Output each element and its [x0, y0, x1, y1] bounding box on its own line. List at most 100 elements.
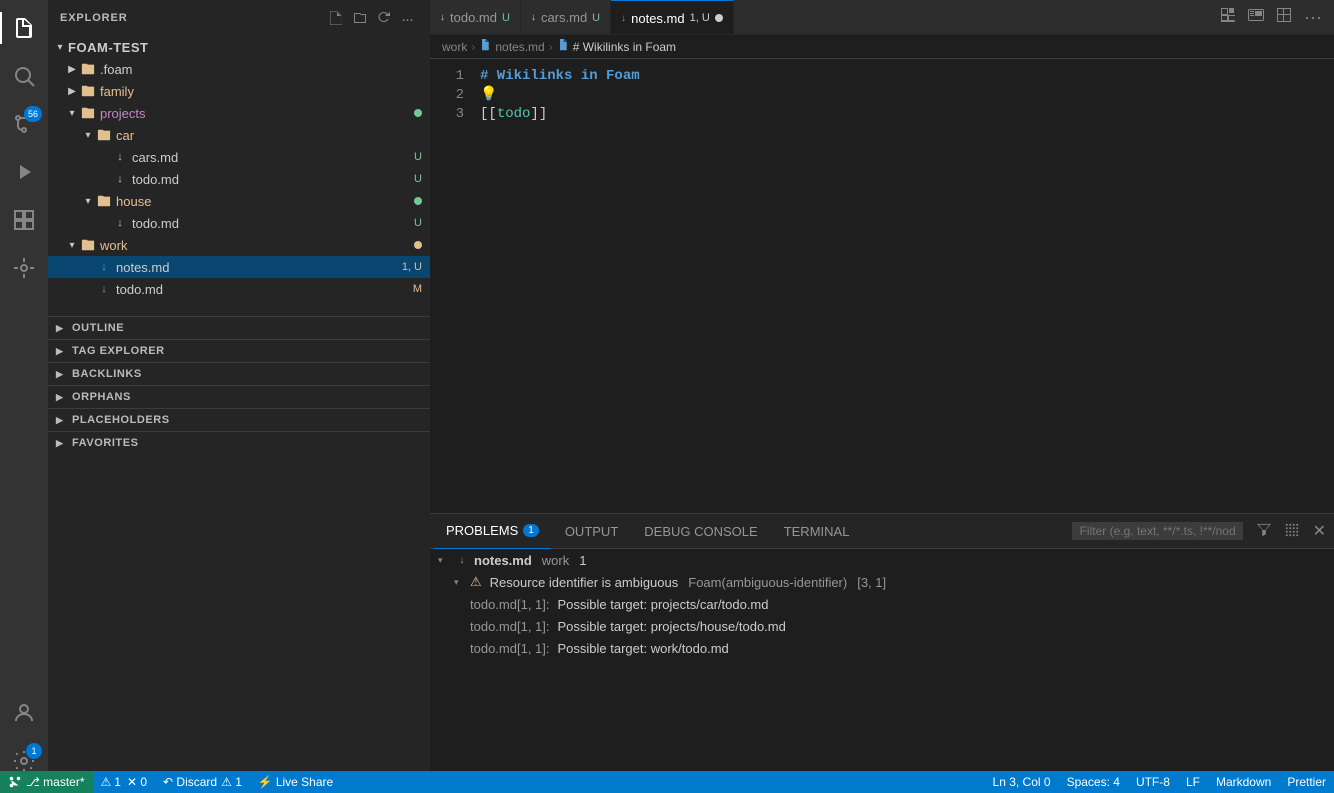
work-todo-label: todo.md [116, 282, 413, 297]
foam-folder-icon [80, 61, 96, 77]
tag-explorer-section[interactable]: ▶ TAG EXPLORER [48, 340, 430, 362]
house-todo-badge: U [414, 217, 422, 229]
status-formatter[interactable]: Prettier [1279, 771, 1334, 793]
line-num-2: 2 [430, 86, 480, 105]
backlinks-section[interactable]: ▶ BACKLINKS [48, 363, 430, 385]
panel-target-1[interactable]: todo.md[1, 1]: Possible target: projects… [430, 593, 1334, 615]
status-spaces[interactable]: Spaces: 4 [1059, 771, 1128, 793]
new-file-icon[interactable] [326, 8, 346, 28]
tab-notes[interactable]: ↓ notes.md 1, U [611, 0, 734, 35]
activity-icon-extensions[interactable] [0, 196, 48, 244]
work-todo-icon: ↓ [96, 281, 112, 297]
panel-target-3[interactable]: todo.md[1, 1]: Possible target: work/tod… [430, 637, 1334, 659]
notes-entry-arrow: ▾ [438, 555, 450, 566]
activity-icon-search[interactable] [0, 52, 48, 100]
breadcrumb-work[interactable]: work [442, 40, 467, 54]
tab-notes-modified [715, 14, 723, 22]
panel-entry-notes[interactable]: ▾ ↓ notes.md work 1 [430, 549, 1334, 571]
sidebar-item-projects[interactable]: ▾ projects [48, 102, 430, 124]
sidebar-item-cars-md[interactable]: ▶ ↓ cars.md U [48, 146, 430, 168]
line-num-1: 1 [430, 67, 480, 86]
work-folder-icon [80, 237, 96, 253]
status-encoding[interactable]: UTF-8 [1128, 771, 1178, 793]
filter-icon[interactable] [1253, 523, 1275, 540]
more-tab-actions-icon[interactable]: ··· [1300, 7, 1326, 28]
tab-notes-icon: ↓ [621, 13, 626, 24]
car-folder-icon [96, 127, 112, 143]
orphans-section[interactable]: ▶ ORPHANS [48, 386, 430, 408]
panel-tab-debug[interactable]: DEBUG CONSOLE [632, 514, 769, 549]
favorites-section[interactable]: ▶ FAVORITES [48, 432, 430, 454]
foam-arrow: ▶ [64, 61, 80, 77]
status-language[interactable]: Markdown [1208, 771, 1279, 793]
sidebar-item-foam[interactable]: ▶ .foam [48, 58, 430, 80]
sidebar-item-house[interactable]: ▾ house [48, 190, 430, 212]
split-editor-icon[interactable] [1216, 7, 1240, 28]
refresh-icon[interactable] [374, 8, 394, 28]
tab-todo-label: todo.md [450, 10, 497, 25]
panel-tab-output[interactable]: OUTPUT [553, 514, 630, 549]
status-bar: ⎇ master* ⚠⚠ 1 1 ✕ 0 ↶ Discard ⚠ 1 ⚡ Liv… [0, 771, 1334, 793]
backlinks-label: BACKLINKS [72, 368, 142, 380]
cars-md-badge: U [414, 151, 422, 163]
discard-warning: ⚠ 1 [221, 775, 242, 789]
activity-icon-foam[interactable] [0, 244, 48, 292]
sidebar-item-house-todo[interactable]: ▶ ↓ todo.md U [48, 212, 430, 234]
panel-filter-input[interactable] [1072, 522, 1243, 540]
line-content-1: # Wikilinks in Foam [480, 67, 1334, 86]
breadcrumb-heading[interactable]: # Wikilinks in Foam [573, 40, 676, 54]
panel-target-2[interactable]: todo.md[1, 1]: Possible target: projects… [430, 615, 1334, 637]
status-warnings[interactable]: ⚠⚠ 1 1 ✕ 0 [93, 771, 156, 793]
activity-icon-account[interactable] [0, 689, 48, 737]
more-actions-icon[interactable]: ... [398, 8, 418, 28]
panel-tab-terminal[interactable]: TERMINAL [772, 514, 862, 549]
notes-entry-count: 1 [579, 553, 586, 568]
panel-tab-problems[interactable]: PROBLEMS 1 [434, 514, 551, 549]
status-branch[interactable]: ⎇ master* [0, 771, 93, 793]
sidebar-root-item[interactable]: ▾ FOAM-TEST [48, 36, 430, 58]
projects-arrow: ▾ [64, 105, 80, 121]
activity-icon-source-control[interactable]: 56 [0, 100, 48, 148]
terminal-label: TERMINAL [784, 524, 850, 539]
status-eol[interactable]: LF [1178, 771, 1208, 793]
tab-todo[interactable]: ↓ todo.md U [430, 0, 521, 35]
status-live-share[interactable]: ⚡ Live Share [250, 771, 341, 793]
tab-cars-icon: ↓ [531, 12, 536, 23]
placeholders-section[interactable]: ▶ PLACEHOLDERS [48, 409, 430, 431]
wikilink-text: todo [497, 106, 531, 122]
projects-folder-icon [80, 105, 96, 121]
code-editor[interactable]: 1 # Wikilinks in Foam 2 💡 3 [[todo]] [430, 59, 1334, 513]
activity-icon-run[interactable] [0, 148, 48, 196]
house-folder-label: house [116, 194, 414, 209]
sidebar-item-family[interactable]: ▶ family [48, 80, 430, 102]
sidebar-item-car[interactable]: ▾ car [48, 124, 430, 146]
sidebar-item-notes-md[interactable]: ▶ ↓ notes.md 1, U [48, 256, 430, 278]
backlinks-arrow: ▶ [56, 368, 68, 380]
breadcrumb-file-icon2 [557, 39, 569, 54]
close-panel-icon[interactable]: ✕ [1309, 521, 1330, 541]
house-dot [414, 197, 422, 205]
sidebar-item-work-todo[interactable]: ▶ ↓ todo.md M [48, 278, 430, 300]
customize-layout-icon[interactable] [1272, 7, 1296, 28]
sidebar: EXPLORER ... ▾ FOAM-TEST [48, 0, 430, 793]
panel-tabs: PROBLEMS 1 OUTPUT DEBUG CONSOLE TERMINAL [430, 514, 1334, 549]
panel-warning-row[interactable]: ▾ ⚠ Resource identifier is ambiguous Foa… [430, 571, 1334, 593]
spaces-label: Spaces: 4 [1067, 775, 1120, 789]
breadcrumb-notes[interactable]: notes.md [495, 40, 544, 54]
toggle-panel-icon[interactable] [1244, 7, 1268, 28]
warning-arrow: ▾ [454, 577, 466, 588]
tab-cars[interactable]: ↓ cars.md U [521, 0, 611, 35]
new-folder-icon[interactable] [350, 8, 370, 28]
tab-todo-icon: ↓ [440, 12, 445, 23]
sidebar-item-car-todo[interactable]: ▶ ↓ todo.md U [48, 168, 430, 190]
activity-icon-files[interactable] [0, 4, 48, 52]
status-cursor[interactable]: Ln 3, Col 0 [985, 771, 1059, 793]
sidebar-item-work[interactable]: ▾ work [48, 234, 430, 256]
notes-entry-file: notes.md [474, 553, 532, 568]
maximize-panel-icon[interactable] [1281, 523, 1303, 540]
error-status: ✕ 0 [127, 775, 147, 789]
outline-section[interactable]: ▶ OUTLINE [48, 317, 430, 339]
orphans-label: ORPHANS [72, 391, 131, 403]
encoding-label: UTF-8 [1136, 775, 1170, 789]
status-discard[interactable]: ↶ Discard ⚠ 1 [155, 771, 250, 793]
